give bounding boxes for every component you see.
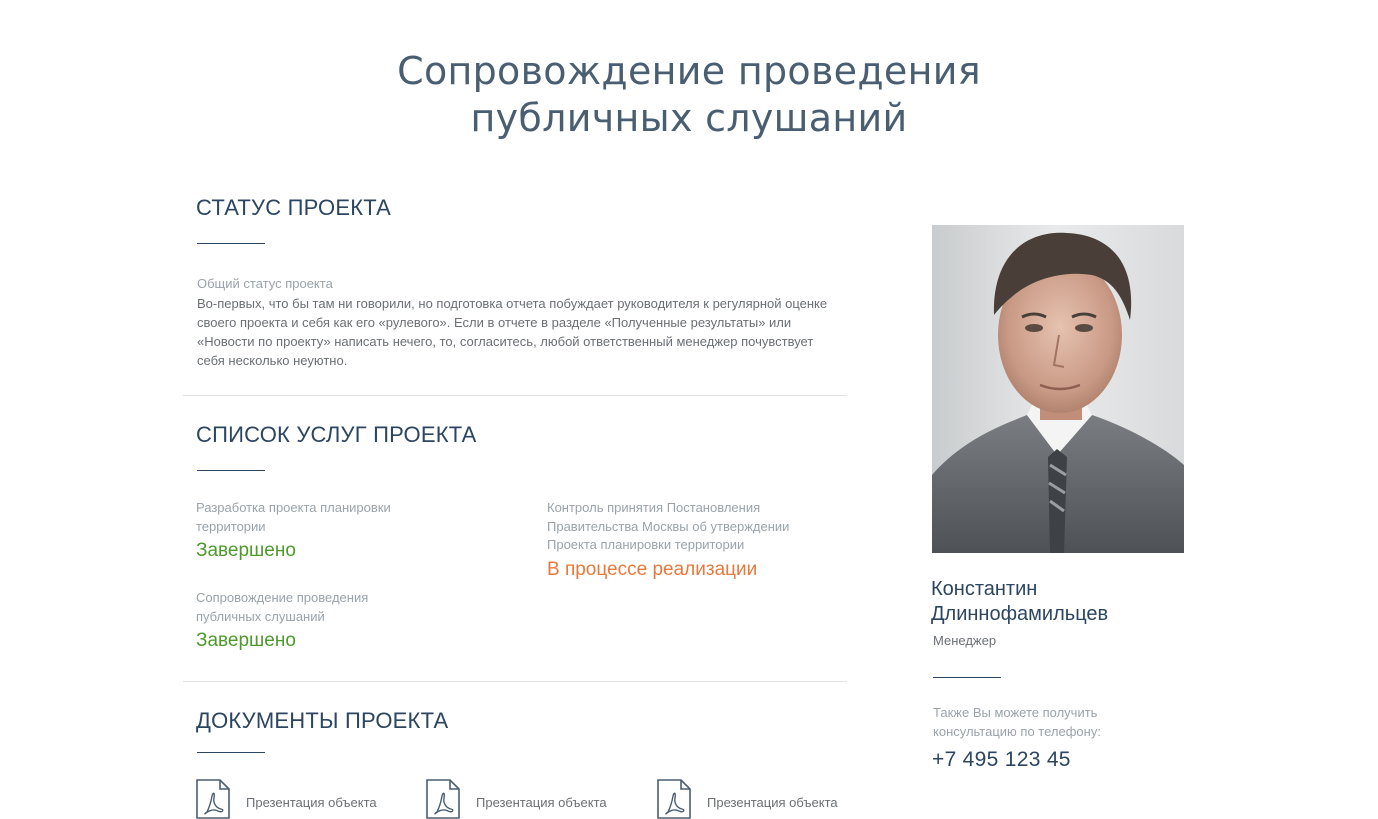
pdf-icon — [426, 779, 460, 819]
status-heading: СТАТУС ПРОЕКТА — [196, 195, 392, 220]
status-text: Во-первых, что бы там ни говорили, но по… — [197, 296, 828, 368]
services-heading-underline — [197, 470, 265, 471]
service-name: Сопровождение проведения публичных слуша… — [196, 590, 369, 624]
manager-divider — [933, 677, 1001, 678]
service-name: Разработка проекта планировки территории — [196, 500, 391, 534]
manager-last-name: Длиннофамильцев — [931, 603, 1109, 625]
pdf-icon — [196, 779, 230, 819]
service-name: Контроль принятия Постановления Правител… — [547, 500, 790, 552]
documents-heading-underline — [197, 752, 265, 753]
manager-photo — [932, 225, 1184, 553]
document-label: Презентация объекта — [246, 795, 377, 810]
manager-role: Менеджер — [933, 633, 997, 648]
document-label: Презентация объекта — [476, 795, 607, 810]
service-item: Контроль принятия Постановления Правител… — [547, 499, 817, 581]
service-state: Завершено — [196, 540, 296, 561]
pdf-icon — [657, 779, 691, 819]
services-heading: СПИСОК УСЛУГ ПРОЕКТА — [196, 422, 477, 447]
manager-phone[interactable]: +7 495 123 45 — [932, 748, 1071, 772]
document-label: Презентация объекта — [707, 795, 838, 810]
page-title-line-2: публичных слушаний — [470, 96, 908, 140]
documents-heading: ДОКУМЕНТЫ ПРОЕКТА — [196, 708, 449, 733]
page-title: Сопровождение проведения публичных слуша… — [0, 48, 1378, 142]
service-item: Сопровождение проведения публичных слуша… — [196, 589, 416, 652]
status-heading-underline — [197, 243, 265, 244]
manager-name: Константин Длиннофамильцев — [931, 577, 1108, 627]
manager-first-name: Константин — [931, 578, 1038, 600]
service-state: Завершено — [196, 630, 296, 651]
status-label: Общий статус проекта — [197, 276, 333, 291]
status-block: Общий статус проекта Во-первых, что бы т… — [197, 274, 837, 370]
service-state: В процессе реализации — [547, 558, 758, 580]
section-divider — [183, 681, 847, 682]
consult-text: Также Вы можете получить консультацию по… — [933, 705, 1101, 739]
page-title-line-1: Сопровождение проведения — [397, 49, 981, 93]
section-divider — [183, 395, 847, 396]
service-item: Разработка проекта планировки территории… — [196, 499, 426, 562]
